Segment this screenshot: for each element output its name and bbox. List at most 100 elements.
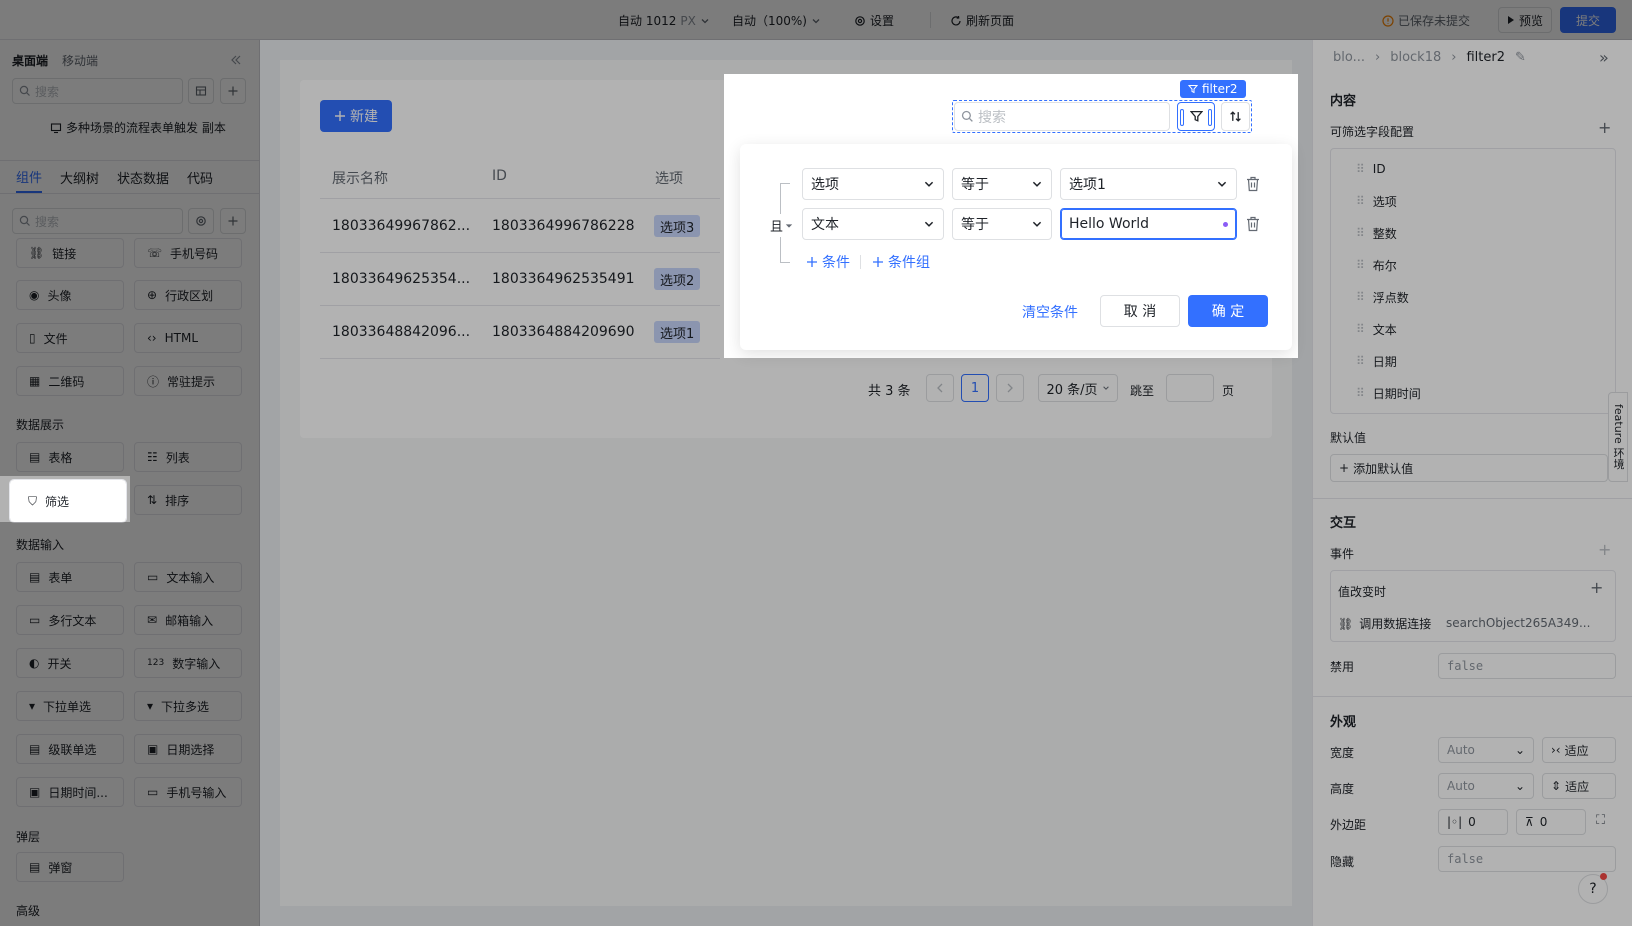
divider <box>1312 696 1632 697</box>
width-label: 宽度 <box>1330 746 1355 760</box>
chevron-down-icon: ⌄ <box>1514 743 1525 757</box>
event-action[interactable]: ⛓ 调用数据连接 <box>1338 615 1431 632</box>
field-item[interactable]: ⠿ 选项 <box>1330 185 1616 217</box>
add-condition-group-button[interactable]: 条件组 <box>872 252 930 272</box>
field-label: 选项 <box>1372 194 1397 209</box>
width-value: Auto <box>1447 743 1475 757</box>
condition-operator-select[interactable]: 等于 <box>952 168 1052 200</box>
condition-field-value: 文本 <box>811 217 839 233</box>
field-item[interactable]: ⠿ 浮点数 <box>1330 281 1616 313</box>
search-icon <box>961 110 973 122</box>
component-tag-label: filter2 <box>1202 82 1238 96</box>
filter-icon <box>1188 85 1198 94</box>
expand-panel-icon[interactable]: » <box>1599 48 1609 67</box>
fit-icon: ›‹ <box>1551 743 1561 757</box>
delete-icon[interactable] <box>1246 176 1260 192</box>
feature-env-tab[interactable]: feature 环境 <box>1608 392 1628 482</box>
margin-x-value: 0 <box>1468 815 1476 829</box>
condition-field-select[interactable]: 选项 <box>802 168 944 200</box>
field-item[interactable]: ⠿ 文本 <box>1330 313 1616 345</box>
edit-icon[interactable]: ✎ <box>1515 50 1526 65</box>
chevron-down-icon <box>1032 221 1042 227</box>
field-label: 整数 <box>1372 226 1397 241</box>
add-condition-button[interactable]: 条件 <box>806 252 850 272</box>
plus-icon: + <box>1339 461 1350 475</box>
chevron-down-icon: ⌄ <box>1514 779 1525 793</box>
hidden-input[interactable]: false <box>1438 846 1616 872</box>
drag-handle-icon[interactable]: ⠿ <box>1356 354 1365 368</box>
add-field-icon[interactable]: + <box>1598 118 1611 137</box>
height-value: Auto <box>1447 779 1475 793</box>
drag-handle-icon[interactable]: ⠿ <box>1356 162 1365 176</box>
condition-value-input[interactable]: Hello World <box>1060 208 1237 240</box>
chevron-down-icon <box>1032 181 1042 187</box>
disabled-label: 禁用 <box>1330 660 1355 674</box>
field-label: ID <box>1372 162 1386 176</box>
cancel-button[interactable]: 取 消 <box>1100 295 1180 327</box>
width-mode-select[interactable]: ›‹ 适应 <box>1542 737 1616 763</box>
margin-link-icon[interactable]: ⛶ <box>1596 813 1605 828</box>
logic-label: 且 <box>770 220 784 235</box>
field-item[interactable]: ⠿ 日期时间 <box>1330 377 1616 409</box>
condition-value: Hello World <box>1069 216 1150 232</box>
filter-toggle-button[interactable] <box>1177 102 1215 131</box>
field-item[interactable]: ⠿ 日期 <box>1330 345 1616 377</box>
drag-handle-icon[interactable]: ⠿ <box>1356 258 1365 272</box>
block-search-input[interactable]: 搜索 <box>954 102 1170 131</box>
cursor-dot <box>1223 221 1228 227</box>
field-label: 浮点数 <box>1372 290 1409 305</box>
component-filter[interactable]: ⛉ 筛选 <box>9 479 127 523</box>
height-mode-value: 适应 <box>1565 779 1590 794</box>
condition-operator-value: 等于 <box>961 217 989 233</box>
drag-handle-icon[interactable]: ⠿ <box>1356 322 1365 336</box>
confirm-button[interactable]: 确 定 <box>1188 295 1268 327</box>
condition-field-select[interactable]: 文本 <box>802 208 944 240</box>
resize-handle[interactable] <box>1208 109 1212 126</box>
drag-handle-icon[interactable]: ⠿ <box>1356 290 1365 304</box>
width-input[interactable]: Auto ⌄ <box>1438 737 1534 763</box>
delete-icon[interactable] <box>1246 216 1260 232</box>
margin-x-input[interactable]: |◦| 0 <box>1438 809 1508 835</box>
height-mode-select[interactable]: ⇕ 适应 <box>1542 773 1616 799</box>
link-icon: ⛓ <box>1338 616 1354 631</box>
margin-y-input[interactable]: ⊼ 0 <box>1516 809 1586 835</box>
logic-select[interactable]: 且 <box>770 214 794 237</box>
drag-handle-icon[interactable]: ⠿ <box>1356 194 1365 208</box>
field-item[interactable]: ⠿ 布尔 <box>1330 249 1616 281</box>
breadcrumb-item[interactable]: blo... <box>1333 50 1365 65</box>
margin-y-value: 0 <box>1539 815 1548 829</box>
clear-conditions-button[interactable]: 清空条件 <box>1022 302 1078 322</box>
divider <box>860 255 861 269</box>
margin-y-icon: ⊼ <box>1525 815 1534 829</box>
chevron-down-icon <box>1217 181 1227 187</box>
height-input[interactable]: Auto ⌄ <box>1438 773 1534 799</box>
disabled-input[interactable]: false <box>1438 653 1616 679</box>
add-default-button[interactable]: + 添加默认值 <box>1330 454 1608 482</box>
component-label: 筛选 <box>45 494 70 509</box>
drag-handle-icon[interactable]: ⠿ <box>1356 386 1365 400</box>
add-event-icon[interactable]: + <box>1598 540 1611 559</box>
condition-operator-select[interactable]: 等于 <box>952 208 1052 240</box>
filter-icon <box>1189 110 1203 122</box>
condition-operator-value: 等于 <box>961 177 989 193</box>
filter-icon: ⛉ <box>28 493 38 508</box>
field-item[interactable]: ⠿ ID <box>1330 153 1616 185</box>
drag-handle-icon[interactable]: ⠿ <box>1356 226 1365 240</box>
condition-value-select[interactable]: 选项1 <box>1060 168 1237 200</box>
interaction-title: 交互 <box>1330 516 1357 531</box>
field-label: 日期时间 <box>1372 386 1421 401</box>
event-action-label: 调用数据连接 <box>1359 617 1432 631</box>
add-condition-group-label: 条件组 <box>888 255 930 271</box>
sort-toggle-button[interactable] <box>1221 102 1250 131</box>
field-item[interactable]: ⠿ 整数 <box>1330 217 1616 249</box>
add-action-icon[interactable]: + <box>1590 578 1603 597</box>
chevron-right-icon: › <box>1451 50 1457 65</box>
condition-value: 选项1 <box>1069 177 1106 193</box>
events-label: 事件 <box>1330 547 1355 561</box>
breadcrumb-item[interactable]: block18 <box>1390 50 1441 65</box>
resize-handle[interactable] <box>1180 109 1184 126</box>
field-label: 日期 <box>1372 354 1397 369</box>
add-condition-label: 条件 <box>822 255 850 271</box>
block-search-placeholder: 搜索 <box>978 109 1006 126</box>
feature-env-label: feature 环境 <box>1612 404 1625 470</box>
